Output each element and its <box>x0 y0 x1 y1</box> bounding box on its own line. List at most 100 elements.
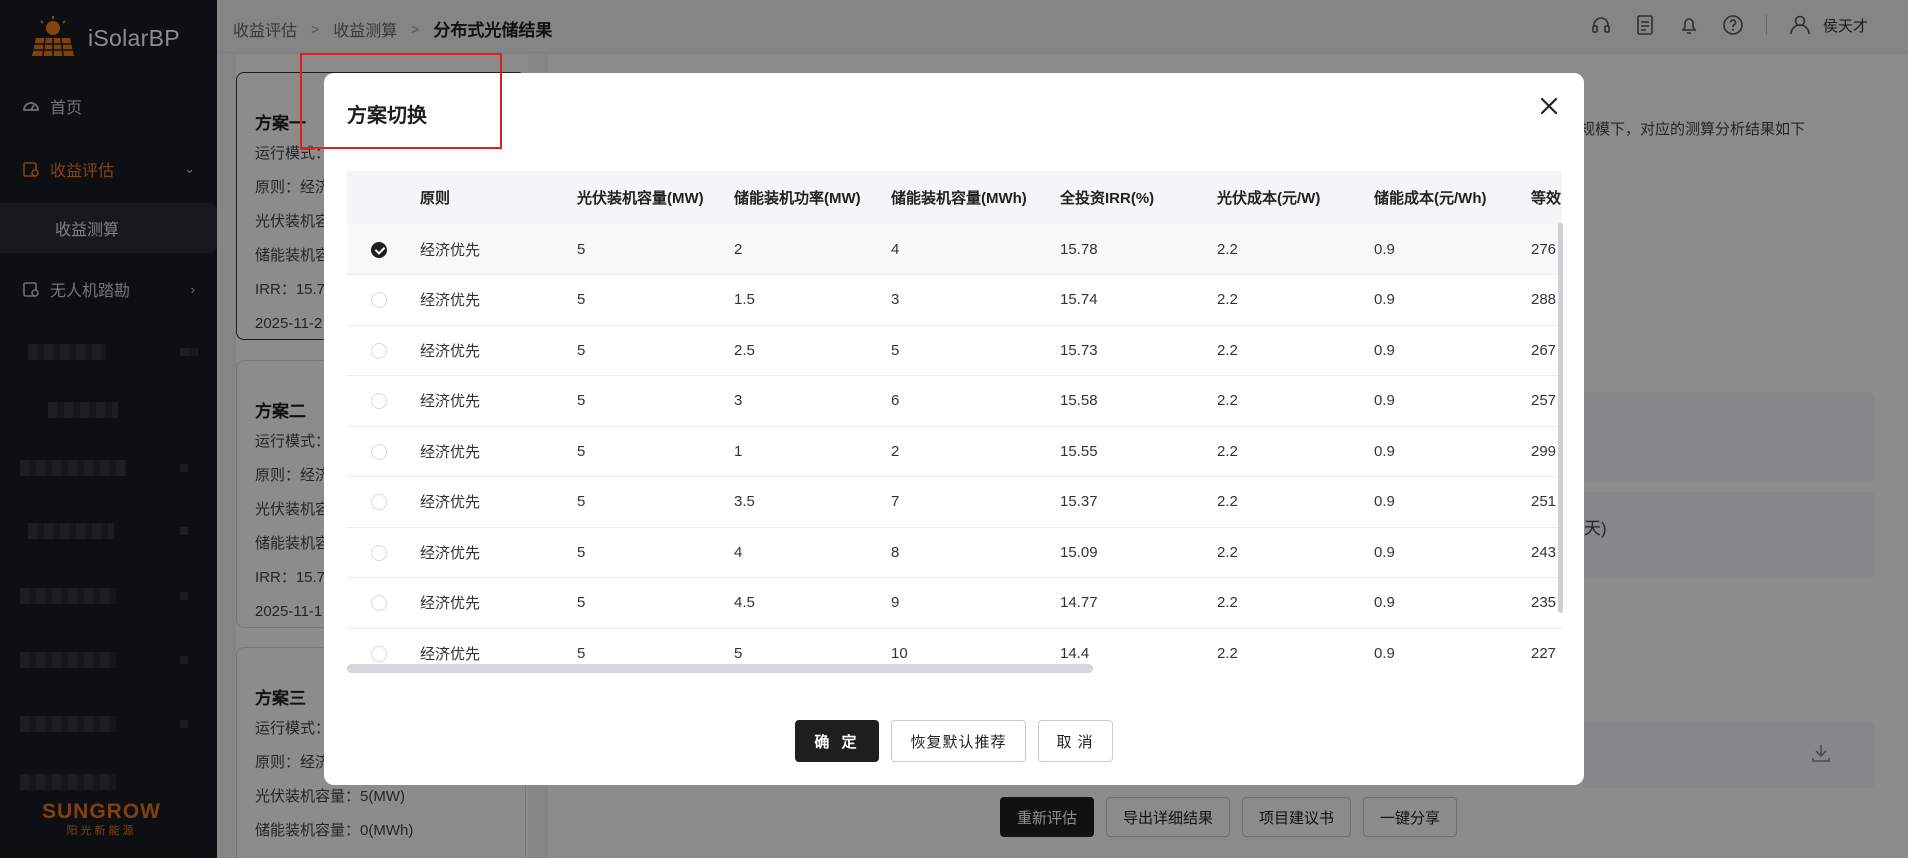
table-cell: 经济优先 <box>420 292 481 310</box>
dialog-footer: 确 定 恢复默认推荐 取 消 <box>324 720 1584 762</box>
column-header: 储能成本(元/Wh) <box>1374 190 1487 207</box>
column-header: 光伏成本(元/W) <box>1217 190 1321 207</box>
table-cell: 227 <box>1531 644 1557 662</box>
table-cell: 3 <box>891 291 900 309</box>
table-cell: 0.9 <box>1374 644 1395 662</box>
radio-unchecked-icon[interactable] <box>371 443 387 460</box>
row-select-cell <box>347 224 420 275</box>
table-cell: 4.5 <box>734 594 755 612</box>
table-vertical-scrollbar[interactable] <box>1558 223 1563 613</box>
row-select-cell <box>347 426 420 477</box>
table-cell: 4 <box>891 240 900 258</box>
table-cell: 14.77 <box>1060 594 1098 612</box>
table-cell: 经济优先 <box>420 342 481 360</box>
table-cell: 经济优先 <box>420 595 481 613</box>
table-cell: 1 <box>734 442 743 460</box>
row-select-cell <box>347 578 420 629</box>
column-header: 储能装机功率(MW) <box>734 190 861 207</box>
table-cell: 4 <box>734 543 743 561</box>
table-cell: 2.2 <box>1217 594 1238 612</box>
table-cell: 经济优先 <box>420 443 481 461</box>
table-row[interactable]: 经济优先 5 3.5 7 15.37 2.2 0.9 251 <box>347 477 1562 528</box>
column-header <box>347 171 420 224</box>
table-cell: 2.2 <box>1217 543 1238 561</box>
table-cell: 15.37 <box>1060 493 1098 511</box>
table-cell: 2.2 <box>1217 644 1238 662</box>
table-horizontal-scrollbar[interactable] <box>347 664 1093 673</box>
scheme-table: 原则 光伏装机容量(MW) 储能装机功率(MW) 储能装机容量(MWh) 全投资… <box>347 171 1562 674</box>
radio-unchecked-icon[interactable] <box>371 494 387 511</box>
table-cell: 2 <box>734 240 743 258</box>
table-cell: 2.2 <box>1217 291 1238 309</box>
confirm-button[interactable]: 确 定 <box>795 720 880 762</box>
table-cell: 5 <box>577 543 586 561</box>
table-cell: 2.2 <box>1217 392 1238 410</box>
table-row[interactable]: 经济优先 5 2 4 15.78 2.2 0.9 276 <box>347 224 1562 275</box>
column-header: 等效 <box>1531 190 1562 207</box>
table-row[interactable]: 经济优先 5 4 8 15.09 2.2 0.9 243 <box>347 527 1562 578</box>
table-cell: 0.9 <box>1374 442 1395 460</box>
table-cell: 7 <box>891 493 900 511</box>
table-cell: 0.9 <box>1374 291 1395 309</box>
table-cell: 8 <box>891 543 900 561</box>
table-row[interactable]: 经济优先 5 2.5 5 15.73 2.2 0.9 267 <box>347 325 1562 376</box>
table-cell: 0.9 <box>1374 341 1395 359</box>
scheme-switch-dialog: 方案切换 原则 光伏装机容量(MW) 储能装机功率(MW) 储能装机容量(MWh… <box>324 73 1584 785</box>
table-body: 经济优先 5 2 4 15.78 2.2 0.9 2 7 6 经济优先 5 1.5 3 15.74 2.2 0.… <box>347 224 1562 674</box>
column-header: 全投资IRR(%) <box>1060 190 1155 207</box>
radio-unchecked-icon[interactable] <box>371 393 387 410</box>
table-cell: 9 <box>891 594 900 612</box>
radio-unchecked-icon[interactable] <box>371 645 387 662</box>
close-icon[interactable] <box>1538 95 1560 117</box>
table-cell: 0.9 <box>1374 392 1395 410</box>
table-cell: 3.5 <box>734 493 755 511</box>
table-cell: 2.2 <box>1217 240 1238 258</box>
table-cell: 2.2 <box>1217 442 1238 460</box>
table-row[interactable]: 经济优先 5 1.5 3 15.74 2.2 0.9 288 <box>347 275 1562 326</box>
table-cell: 经济优先 <box>420 393 481 411</box>
cancel-button[interactable]: 取 消 <box>1037 720 1113 762</box>
table-cell: 15.58 <box>1060 392 1098 410</box>
table-cell: 5 <box>577 392 586 410</box>
table-cell: 0.9 <box>1374 594 1395 612</box>
table-cell: 5 <box>577 594 586 612</box>
table-cell: 15.74 <box>1060 291 1098 309</box>
table-cell: 0.9 <box>1374 543 1395 561</box>
table-row[interactable]: 经济优先 5 3 6 15.58 2.2 0.9 257 <box>347 376 1562 426</box>
row-select-cell <box>347 477 420 528</box>
table-cell: 2.5 <box>734 341 755 359</box>
column-header: 光伏装机容量(MW) <box>577 190 704 207</box>
table-cell: 经济优先 <box>420 241 481 259</box>
radio-unchecked-icon[interactable] <box>371 544 387 561</box>
table-cell: 经济优先 <box>420 544 481 562</box>
table-cell: 5 <box>577 341 586 359</box>
radio-unchecked-icon[interactable] <box>371 342 387 359</box>
table-cell: 15.55 <box>1060 442 1098 460</box>
table-cell: 5 <box>891 341 900 359</box>
table-row[interactable]: 经济优先 5 4.5 9 14.77 2.2 0.9 235 <box>347 578 1562 629</box>
table-cell: 15.09 <box>1060 543 1098 561</box>
table-cell: 3 <box>734 392 743 410</box>
table-cell: 5 <box>577 493 586 511</box>
table-cell: 6 <box>891 392 900 410</box>
row-select-cell <box>347 275 420 326</box>
radio-unchecked-icon[interactable] <box>371 595 387 612</box>
table-cell: 15.78 <box>1060 240 1098 258</box>
table-cell: 5 <box>577 240 586 258</box>
table-cell: 2 <box>891 442 900 460</box>
radio-unchecked-icon[interactable] <box>371 292 387 309</box>
restore-default-button[interactable]: 恢复默认推荐 <box>891 720 1026 762</box>
annotation-highlight-box <box>300 53 502 149</box>
table-cell: 15.73 <box>1060 341 1098 359</box>
table-cell: 2.2 <box>1217 341 1238 359</box>
column-header: 储能装机容量(MWh) <box>891 190 1027 207</box>
radio-checked-icon[interactable] <box>371 241 387 258</box>
table-cell: 0.9 <box>1374 240 1395 258</box>
table-cell: 5 <box>577 442 586 460</box>
table-row[interactable]: 经济优先 5 1 2 15.55 2.2 0.9 299 <box>347 426 1562 477</box>
table-cell: 2.2 <box>1217 493 1238 511</box>
table-cell: 经济优先 <box>420 494 481 512</box>
row-select-cell <box>347 325 420 376</box>
row-select-cell <box>347 527 420 578</box>
table-header-row: 原则 光伏装机容量(MW) 储能装机功率(MW) 储能装机容量(MWh) 全投资… <box>347 171 1562 224</box>
